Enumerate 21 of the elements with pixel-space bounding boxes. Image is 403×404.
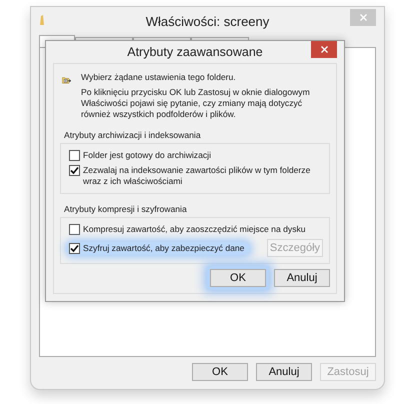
checkbox[interactable] bbox=[69, 224, 80, 235]
dialog-button[interactable]: Anuluj bbox=[256, 363, 312, 381]
close-icon bbox=[360, 14, 366, 21]
checkbox[interactable] bbox=[69, 165, 80, 176]
dialog-button[interactable]: OK bbox=[210, 269, 266, 287]
close-icon bbox=[320, 46, 328, 53]
checkbox-option[interactable]: Szyfruj zawartość, aby zabezpieczyć dane bbox=[67, 242, 250, 254]
close-button[interactable] bbox=[311, 41, 337, 58]
description-text: Po kliknięciu przycisku OK lub Zastosuj w oknie dialogowym Właściwości pojawi się pytanie, czy zmiany mają dotyczyć również wszystkich podfolderów i plików. bbox=[80, 87, 311, 120]
checkbox-option[interactable]: Folder jest gotowy do archiwizacji bbox=[69, 150, 323, 161]
group-title: Atrybuty archiwizacji i indeksowania bbox=[64, 130, 202, 140]
window-title: Właściwości: screeny bbox=[146, 14, 270, 28]
dialog-button[interactable]: OK bbox=[192, 363, 248, 381]
intro-text: Wybierz żądane ustawienia tego folderu. bbox=[80, 72, 237, 83]
checkbox[interactable] bbox=[69, 242, 80, 254]
dialog-title: Atrybuty zaawansowane bbox=[127, 45, 263, 59]
group-title: Atrybuty kompresji i szyfrowania bbox=[64, 204, 188, 214]
dialog-button[interactable]: Anuluj bbox=[274, 269, 330, 287]
checkbox[interactable] bbox=[69, 150, 80, 161]
option-label: Folder jest gotowy do archiwizacji bbox=[83, 150, 212, 161]
option-label: Szyfruj zawartość, aby zabezpieczyć dane bbox=[83, 242, 244, 254]
